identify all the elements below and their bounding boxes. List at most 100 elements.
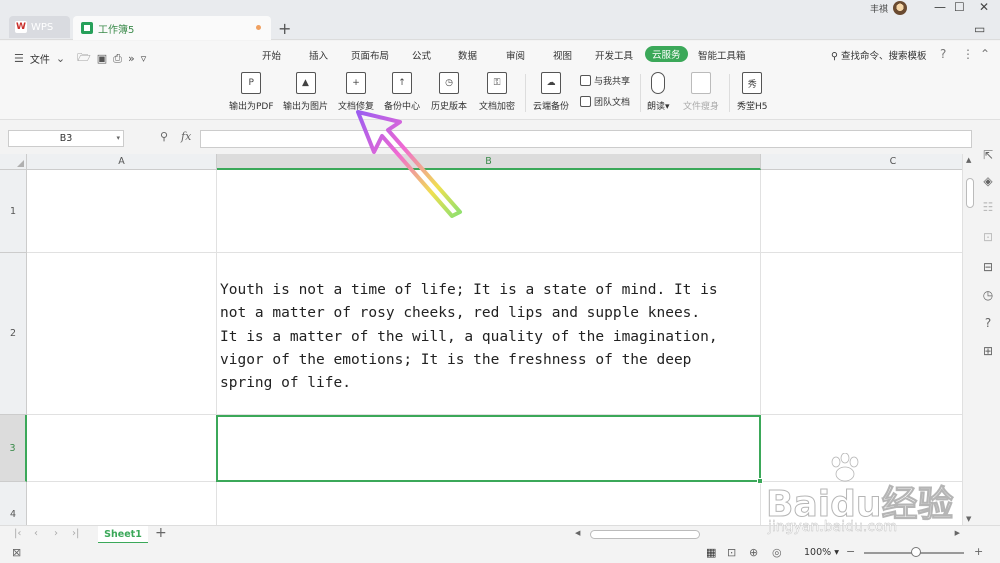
scroll-down-icon[interactable]: ▼ <box>966 515 971 523</box>
more-chevrons-icon[interactable]: » <box>128 52 135 65</box>
fx-icon[interactable]: fx <box>181 130 191 143</box>
file-slim-button[interactable]: 文件瘦身 <box>683 72 719 112</box>
row-header-1[interactable]: 1 <box>0 170 27 253</box>
row-header-4[interactable]: 4 <box>0 482 27 525</box>
cell-b1[interactable] <box>217 170 761 253</box>
file-slim-label: 文件瘦身 <box>683 102 720 112</box>
new-tab-button[interactable]: + <box>278 19 291 38</box>
cell-c1[interactable] <box>761 170 962 253</box>
column-header-c[interactable]: C <box>761 154 962 170</box>
cell-a1[interactable] <box>27 170 217 253</box>
open-folder-icon[interactable]: 🗁 <box>77 49 91 68</box>
next-sheet-icon[interactable]: › <box>54 528 58 539</box>
row-header-2[interactable]: 2 <box>0 253 27 415</box>
zoom-level[interactable]: 100% ▾ <box>804 547 839 558</box>
select-all-corner[interactable] <box>0 154 27 170</box>
cell-c2[interactable] <box>761 253 962 415</box>
team-docs-button[interactable]: 团队文档 <box>580 95 630 108</box>
help-icon[interactable]: ? <box>940 47 946 61</box>
cloud-backup-button[interactable]: ☁ 云端备份 <box>533 72 569 112</box>
collapse-ribbon-icon[interactable]: ⌃ <box>980 47 990 61</box>
doc-repair-button[interactable]: + 文档修复 <box>338 72 374 112</box>
column-header-b[interactable]: B <box>217 154 761 170</box>
avatar[interactable] <box>893 1 907 15</box>
close-icon[interactable]: ✕ <box>979 0 989 14</box>
apps-grid-icon[interactable]: ⊞ <box>981 344 995 358</box>
tab-formula[interactable]: 公式 <box>412 48 431 62</box>
first-sheet-icon[interactable]: |‹ <box>14 528 21 539</box>
prev-sheet-icon[interactable]: ‹ <box>34 528 38 539</box>
shapes-icon[interactable]: ◈ <box>981 174 995 188</box>
save-icon[interactable]: ▣ <box>97 52 107 65</box>
normal-view-icon[interactable]: ▦ <box>706 546 716 559</box>
scroll-left-icon[interactable]: ◀ <box>575 529 580 537</box>
tab-wps-label: WPS <box>31 21 54 33</box>
tab-smart-toolbox[interactable]: 智能工具箱 <box>698 48 746 62</box>
doc-encrypt-button[interactable]: ⚿ 文档加密 <box>479 72 515 112</box>
share-to-me-button[interactable]: 与我共享 <box>580 74 630 87</box>
zoom-slider-knob[interactable] <box>911 547 921 557</box>
tab-review[interactable]: 审阅 <box>506 48 525 62</box>
maximize-icon[interactable]: ☐ <box>954 0 965 14</box>
cell-a3[interactable] <box>27 415 217 482</box>
read-aloud-button[interactable]: 朗读▾ <box>647 72 670 112</box>
chevron-down-icon[interactable]: ⌄ <box>56 52 65 65</box>
history-version-button[interactable]: ◷ 历史版本 <box>431 72 467 112</box>
command-search[interactable]: ⚲ 查找命令、搜索模板 <box>831 48 927 62</box>
sheet-tab-sheet1[interactable]: Sheet1 <box>98 526 148 544</box>
row-header-3[interactable]: 3 <box>0 415 27 482</box>
tab-cloud-service[interactable]: 云服务 <box>645 46 688 62</box>
scroll-up-icon[interactable]: ▲ <box>966 156 971 164</box>
cell-a4[interactable] <box>27 482 217 525</box>
tab-data[interactable]: 数据 <box>458 48 477 62</box>
cloud-backup-icon: ☁ <box>541 72 561 94</box>
tab-wps-home[interactable]: W WPS <box>9 16 70 38</box>
unsaved-dot-icon[interactable] <box>256 25 261 30</box>
history-clock-icon[interactable]: ◷ <box>981 288 995 302</box>
cursor-select-icon[interactable]: ⇱ <box>981 148 995 162</box>
add-sheet-button[interactable]: + <box>155 525 167 541</box>
chevron-down-icon[interactable]: ▾ <box>116 131 120 146</box>
tab-page-layout[interactable]: 页面布局 <box>351 48 389 62</box>
page-break-view-icon[interactable]: ⊕ <box>749 546 758 559</box>
print-icon[interactable]: ⎙ <box>113 52 122 66</box>
tab-view[interactable]: 视图 <box>553 48 572 62</box>
help-circle-icon[interactable]: ? <box>981 316 995 330</box>
horizontal-scroll-thumb[interactable] <box>590 530 700 539</box>
file-menu[interactable]: 文件 <box>30 51 50 66</box>
gallery-icon[interactable]: ⊡ <box>981 230 995 244</box>
archive-box-icon[interactable]: ⊟ <box>981 260 995 274</box>
hamburger-menu-icon[interactable]: ☰ <box>14 52 24 65</box>
name-box[interactable]: B3 ▾ <box>8 130 124 147</box>
backup-center-button[interactable]: ↑ 备份中心 <box>384 72 420 112</box>
formula-input[interactable] <box>200 130 972 148</box>
eye-protection-icon[interactable]: ◎ <box>772 546 782 559</box>
properties-icon[interactable]: ☷ <box>981 200 995 214</box>
zoom-search-icon[interactable]: ⚲ <box>160 130 168 143</box>
export-pdf-button[interactable]: P 输出为PDF <box>229 72 274 112</box>
column-header-a[interactable]: A <box>27 154 217 170</box>
more-options-icon[interactable]: ⋮ <box>962 47 974 61</box>
fill-handle[interactable] <box>757 478 763 484</box>
user-name[interactable]: 丰祺 <box>870 2 888 15</box>
fullscreen-icon[interactable]: ▭ <box>974 22 985 36</box>
backup-center-label: 备份中心 <box>384 102 421 112</box>
tab-start[interactable]: 开始 <box>262 48 281 62</box>
page-layout-view-icon[interactable]: ⊡ <box>727 546 736 559</box>
h5-button[interactable]: 秀 秀堂H5 <box>737 72 768 112</box>
customize-arrow-icon[interactable]: ▿ <box>141 52 147 65</box>
zoom-out-icon[interactable]: − <box>846 545 855 558</box>
vertical-scroll-thumb[interactable] <box>966 178 974 208</box>
cell-a2[interactable] <box>27 253 217 415</box>
last-sheet-icon[interactable]: ›| <box>72 528 79 539</box>
cell-b4[interactable] <box>217 482 761 525</box>
minimize-icon[interactable]: — <box>934 0 946 14</box>
tab-developer[interactable]: 开发工具 <box>595 48 633 62</box>
export-image-button[interactable]: ▲ 输出为图片 <box>283 72 328 112</box>
macro-record-icon[interactable]: ⊠ <box>12 546 21 559</box>
zoom-in-icon[interactable]: + <box>974 545 983 558</box>
backup-center-icon: ↑ <box>392 72 412 94</box>
tab-insert[interactable]: 插入 <box>309 48 328 62</box>
tab-workbook[interactable]: 工作簿5 <box>73 16 271 40</box>
doc-encrypt-label: 文档加密 <box>479 102 516 112</box>
